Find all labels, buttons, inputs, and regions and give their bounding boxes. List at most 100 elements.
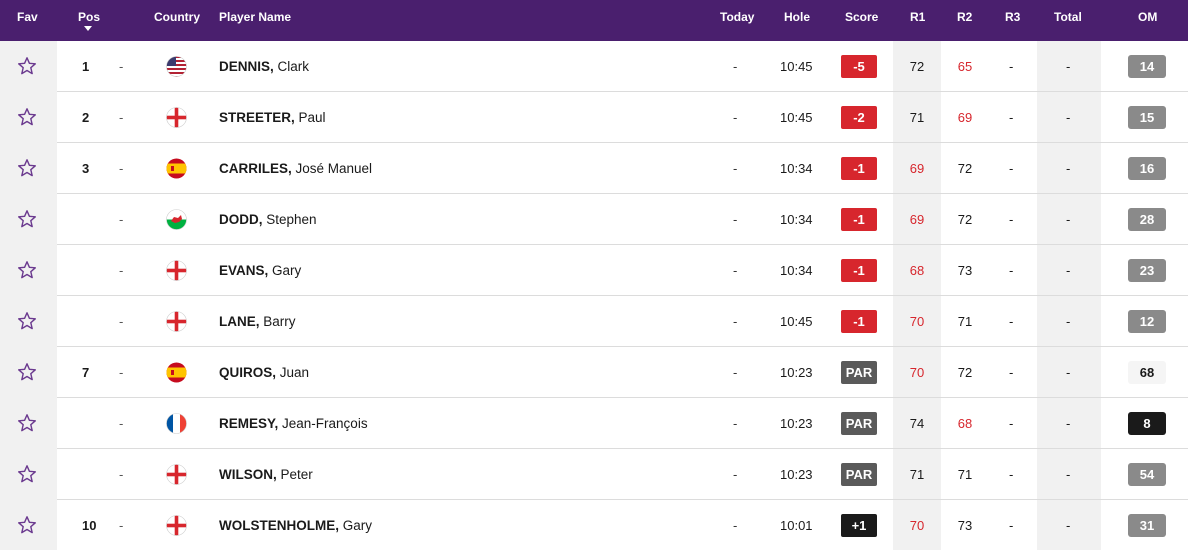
round-3-score: - (1009, 314, 1014, 329)
england-flag-icon (166, 260, 187, 281)
position-movement: - (119, 59, 124, 74)
favorite-star-icon[interactable] (17, 413, 37, 433)
col-score[interactable]: Score (845, 10, 878, 24)
favorite-star-icon[interactable] (17, 107, 37, 127)
position-movement: - (119, 314, 124, 329)
col-r3[interactable]: R3 (1005, 10, 1020, 24)
table-row[interactable]: - WILSON, Peter - 10:23 PAR 71 71 - - 54 (0, 449, 1188, 500)
player-name-link[interactable]: CARRILES, José Manuel (219, 143, 372, 194)
player-name-link[interactable]: EVANS, Gary (219, 245, 301, 296)
round-2-score: 65 (957, 59, 973, 74)
table-row[interactable]: - DODD, Stephen - 10:34 -1 69 72 - - 28 (0, 194, 1188, 245)
round-3-score: - (1009, 263, 1014, 278)
col-r2[interactable]: R2 (957, 10, 972, 24)
col-r1[interactable]: R1 (910, 10, 925, 24)
total-score: - (1066, 110, 1071, 125)
round-1-score: 71 (909, 110, 925, 125)
player-firstname: Barry (259, 314, 296, 329)
favorite-star-icon[interactable] (17, 56, 37, 76)
tee-time: 10:23 (780, 416, 813, 431)
order-of-merit-badge: 28 (1128, 208, 1166, 231)
tee-time: 10:45 (780, 314, 813, 329)
round-1-score: 70 (909, 365, 925, 380)
player-name-link[interactable]: REMESY, Jean-François (219, 398, 368, 449)
favorite-star-icon[interactable] (17, 158, 37, 178)
round-1-score: 70 (909, 314, 925, 329)
player-surname: CARRILES, (219, 161, 292, 176)
col-player-name[interactable]: Player Name (219, 10, 291, 24)
order-of-merit-badge: 31 (1128, 514, 1166, 537)
round-3-score: - (1009, 467, 1014, 482)
player-name-link[interactable]: WILSON, Peter (219, 449, 313, 500)
spain-flag-icon (166, 158, 187, 179)
table-row[interactable]: 10 - WOLSTENHOLME, Gary - 10:01 +1 70 73 - - 31 (0, 500, 1188, 550)
player-name-link[interactable]: DODD, Stephen (219, 194, 317, 245)
round-1-score: 69 (909, 161, 925, 176)
col-today[interactable]: Today (720, 10, 754, 24)
col-country[interactable]: Country (154, 10, 200, 24)
table-row[interactable]: - EVANS, Gary - 10:34 -1 68 73 - - 23 (0, 245, 1188, 296)
table-row[interactable]: - REMESY, Jean-François - 10:23 PAR 74 68 - - 8 (0, 398, 1188, 449)
favorite-star-icon[interactable] (17, 260, 37, 280)
today-score: - (733, 365, 738, 380)
today-score: - (733, 212, 738, 227)
player-surname: STREETER, (219, 110, 295, 125)
today-score: - (733, 263, 738, 278)
total-score: - (1066, 212, 1071, 227)
table-row[interactable]: 2 - STREETER, Paul - 10:45 -2 71 69 - - 15 (0, 92, 1188, 143)
round-1-score: 74 (909, 416, 925, 431)
order-of-merit-badge: 14 (1128, 55, 1166, 78)
total-score: - (1066, 263, 1071, 278)
table-row[interactable]: - LANE, Barry - 10:45 -1 70 71 - - 12 (0, 296, 1188, 347)
player-firstname: Peter (276, 467, 313, 482)
order-of-merit-badge: 54 (1128, 463, 1166, 486)
score-badge: PAR (841, 361, 877, 384)
favorite-star-icon[interactable] (17, 464, 37, 484)
order-of-merit-badge: 15 (1128, 106, 1166, 129)
player-name-link[interactable]: WOLSTENHOLME, Gary (219, 500, 372, 550)
round-3-score: - (1009, 416, 1014, 431)
player-surname: WILSON, (219, 467, 277, 482)
player-name-link[interactable]: DENNIS, Clark (219, 41, 309, 92)
player-name-link[interactable]: STREETER, Paul (219, 92, 326, 143)
table-row[interactable]: 1 - DENNIS, Clark - 10:45 -5 72 65 - - 14 (0, 41, 1188, 92)
tee-time: 10:01 (780, 518, 813, 533)
spain-flag-icon (166, 362, 187, 383)
player-surname: WOLSTENHOLME, (219, 518, 339, 533)
today-score: - (733, 416, 738, 431)
favorite-star-icon[interactable] (17, 515, 37, 535)
col-total[interactable]: Total (1054, 10, 1082, 24)
player-firstname: Juan (276, 365, 310, 380)
player-name-link[interactable]: QUIROS, Juan (219, 347, 309, 398)
round-2-score: 73 (957, 263, 973, 278)
tee-time: 10:45 (780, 110, 813, 125)
round-1-score: 70 (909, 518, 925, 533)
player-firstname: Paul (294, 110, 326, 125)
today-score: - (733, 314, 738, 329)
tee-time: 10:23 (780, 365, 813, 380)
tee-time: 10:34 (780, 212, 813, 227)
player-surname: EVANS, (219, 263, 269, 278)
order-of-merit-badge: 12 (1128, 310, 1166, 333)
position: 2 (82, 110, 90, 125)
score-badge: PAR (841, 412, 877, 435)
player-surname: LANE, (219, 314, 260, 329)
round-2-score: 68 (957, 416, 973, 431)
col-hole[interactable]: Hole (784, 10, 810, 24)
col-fav: Fav (17, 10, 38, 24)
favorite-star-icon[interactable] (17, 311, 37, 331)
favorite-star-icon[interactable] (17, 209, 37, 229)
score-badge: -1 (841, 157, 877, 180)
sort-down-icon[interactable] (84, 26, 92, 31)
round-2-score: 71 (957, 467, 973, 482)
col-om[interactable]: OM (1138, 10, 1157, 24)
col-pos[interactable]: Pos (78, 10, 100, 24)
player-name-link[interactable]: LANE, Barry (219, 296, 296, 347)
table-row[interactable]: 3 - CARRILES, José Manuel - 10:34 -1 69 72 - - 16 (0, 143, 1188, 194)
wales-flag-icon (166, 209, 187, 230)
round-1-score: 72 (909, 59, 925, 74)
favorite-star-icon[interactable] (17, 362, 37, 382)
round-3-score: - (1009, 110, 1014, 125)
player-firstname: José Manuel (291, 161, 373, 176)
table-row[interactable]: 7 - QUIROS, Juan - 10:23 PAR 70 72 - - 68 (0, 347, 1188, 398)
